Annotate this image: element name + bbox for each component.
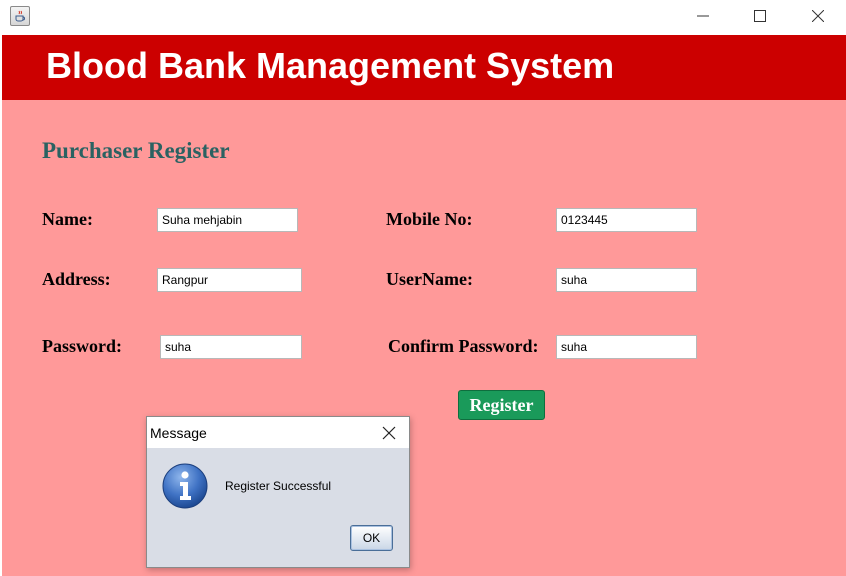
ok-button[interactable]: OK <box>350 525 393 551</box>
window-close-button[interactable] <box>795 0 841 32</box>
minimize-button[interactable] <box>680 0 726 32</box>
maximize-button[interactable] <box>737 0 783 32</box>
window-titlebar <box>0 0 846 34</box>
close-icon <box>812 10 824 22</box>
dialog-message: Register Successful <box>225 479 332 493</box>
dialog-titlebar: Message <box>147 417 409 448</box>
confirm-password-label: Confirm Password: <box>388 336 539 356</box>
dialog-close-button[interactable] <box>371 418 407 447</box>
app-title: Blood Bank Management System <box>46 45 615 86</box>
confirm-password-field[interactable]: suha <box>556 335 697 359</box>
register-button[interactable]: Register <box>458 390 545 420</box>
mobile-label: Mobile No: <box>386 209 473 229</box>
mobile-field[interactable]: 0123445 <box>556 208 697 232</box>
password-field[interactable]: suha <box>160 335 302 359</box>
username-label: UserName: <box>386 269 473 289</box>
name-field[interactable]: Suha mehjabin <box>157 208 298 232</box>
address-field[interactable]: Rangpur <box>157 268 302 292</box>
password-label: Password: <box>42 336 122 356</box>
info-icon <box>162 463 208 509</box>
username-field[interactable]: suha <box>556 268 697 292</box>
header-banner: Blood Bank Management System <box>2 35 846 100</box>
minimize-icon <box>697 15 709 17</box>
maximize-icon <box>754 10 766 22</box>
name-label: Name: <box>42 209 93 229</box>
registration-panel: Purchaser Register Name: Suha mehjabin M… <box>2 100 846 576</box>
dialog-title: Message <box>150 425 207 441</box>
close-icon <box>382 426 396 439</box>
java-coffee-cup-icon <box>10 6 30 26</box>
address-label: Address: <box>42 269 111 289</box>
message-dialog: Message Register Successful OK <box>146 416 410 568</box>
page-title: Purchaser Register <box>42 138 230 163</box>
